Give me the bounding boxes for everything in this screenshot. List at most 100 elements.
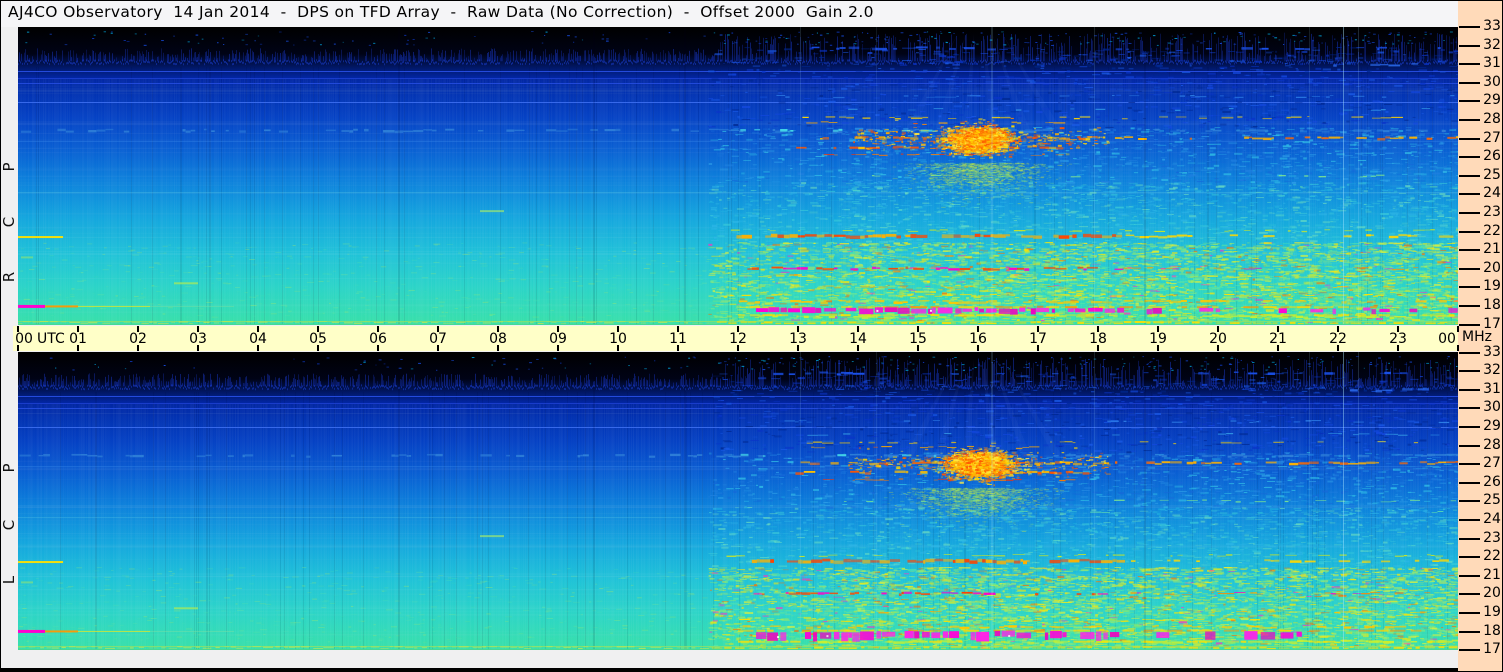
freq-tick [1459,370,1480,373]
freq-tick-label: 26 [1483,148,1501,165]
freq-tick [1459,611,1480,614]
panel-label-letter-rcp: C [0,216,18,228]
freq-tick-label: 17 [1483,641,1501,658]
freq-tick [1459,463,1480,466]
freq-tick-label: 27 [1483,129,1501,146]
hour-label: 16 [969,331,987,347]
freq-tick [1459,425,1480,428]
freq-tick-label: 26 [1483,473,1501,490]
freq-tick [1459,286,1480,289]
freq-tick [1459,44,1480,47]
freq-tick-label: 28 [1483,436,1501,453]
hour-label: 11 [669,331,687,347]
lcp-spectrogram [18,352,1458,650]
panel-label-letter-lcp: L [0,575,18,585]
spectrograph-screen: MHz 33 32 31 30 29 28 27 26 25 24 23 22 21 20 19 18 17 33… [0,0,1503,672]
freq-tick [1459,212,1480,214]
freq-tick [1459,100,1480,103]
freq-tick-label: 24 [1483,510,1501,527]
freq-tick [1459,230,1480,233]
panel-label-letter-rcp: R [0,271,18,283]
hour-label: 06 [369,331,387,347]
hour-label: 12 [729,331,747,347]
hour-label: 05 [309,331,327,347]
freq-tick-label: 20 [1483,585,1501,602]
freq-tick [1459,407,1480,410]
freq-tick [1459,119,1480,121]
frequency-scale: MHz 33 32 31 30 29 28 27 26 25 24 23 22 21 20 19 18 17 33… [1458,0,1503,672]
hour-label: 21 [1269,331,1287,347]
freq-tick-label: 19 [1483,278,1501,295]
freq-tick [1459,444,1480,447]
freq-tick [1459,63,1480,66]
time-axis: UTC 00 01 02 03 04 05 06 07 08 09 10 11 12 13 14 15 16 17… [13,326,1459,351]
freq-tick-label: 19 [1483,603,1501,620]
hour-label: 17 [1029,331,1047,347]
freq-tick-label: 29 [1483,92,1501,109]
hour-label: 15 [909,331,927,347]
freq-tick-label: 18 [1483,297,1501,313]
freq-tick-label: 31 [1483,380,1501,397]
freq-tick [1459,481,1480,484]
hour-label: 03 [189,331,207,347]
panel-label-letter-rcp: P [0,162,18,172]
hour-label: 14 [849,331,867,347]
panel-label-letter-lcp: C [0,519,18,531]
freq-tick [1459,81,1480,84]
freq-tick-label: 30 [1483,399,1501,416]
freq-tick [1459,174,1480,177]
freq-tick-label: 17 [1483,315,1501,332]
freq-tick [1459,630,1480,633]
hour-label: 02 [129,331,147,347]
freq-tick [1459,323,1480,326]
freq-tick [1459,500,1480,503]
freq-tick [1459,649,1480,652]
freq-tick [1459,351,1480,354]
freq-tick-label: 33 [1483,343,1501,360]
freq-tick [1459,388,1480,391]
freq-tick-label: 18 [1483,622,1501,639]
freq-tick [1459,249,1480,252]
hour-label: 22 [1329,331,1347,347]
freq-tick-label: 30 [1483,73,1501,90]
freq-tick-label: 23 [1483,204,1501,220]
freq-tick-label: 22 [1483,222,1501,239]
freq-tick [1459,156,1480,159]
freq-tick-label: 31 [1483,55,1501,72]
freq-tick [1459,537,1480,540]
freq-tick-label: 32 [1483,362,1501,379]
freq-tick [1459,518,1480,521]
hour-label: 10 [609,331,627,347]
freq-tick-label: 22 [1483,548,1501,565]
freq-tick-label: 24 [1483,185,1501,202]
freq-tick [1459,593,1480,596]
hour-label: 07 [429,331,447,347]
freq-tick-label: 25 [1483,166,1501,183]
bottom-border [0,668,1458,672]
hour-label: 01 [69,331,87,347]
hour-label: 23 [1389,331,1407,347]
hour-label: 04 [249,331,267,347]
freq-tick-label: 20 [1483,259,1501,276]
page-title: AJ4CO Observatory 14 Jan 2014 - DPS on T… [8,3,874,21]
freq-tick-label: 21 [1483,566,1501,583]
freq-tick-label: 21 [1483,241,1501,258]
panel-label-letter-lcp: P [0,463,18,473]
freq-tick [1459,305,1480,307]
freq-tick [1459,193,1480,196]
hour-label: 13 [789,331,807,347]
freq-tick-label: 32 [1483,36,1501,53]
title-bar: AJ4CO Observatory 14 Jan 2014 - DPS on T… [0,0,1458,27]
hour-label: 00 [1438,331,1456,347]
rcp-spectrogram [18,27,1458,325]
hour-label: 00 [15,331,33,347]
hour-label: 20 [1209,331,1227,347]
hour-label: 19 [1149,331,1167,347]
freq-tick-label: 23 [1483,529,1501,546]
freq-tick [1459,137,1480,140]
freq-tick [1459,556,1480,559]
freq-tick-label: 33 [1483,18,1501,34]
freq-tick [1459,26,1480,28]
freq-tick-label: 25 [1483,492,1501,509]
hour-label: 09 [549,331,567,347]
